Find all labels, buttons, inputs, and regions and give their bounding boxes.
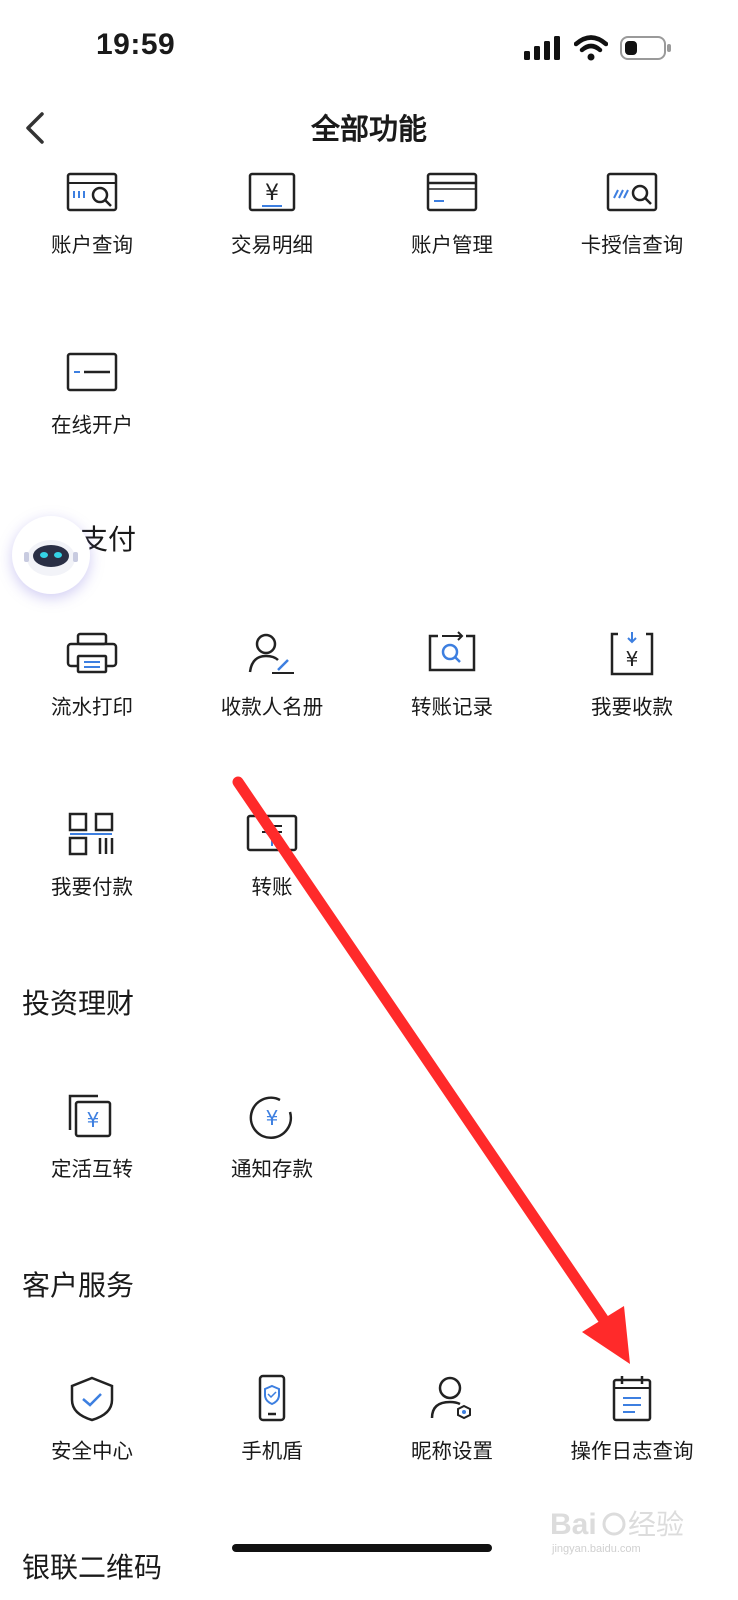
- tile-statement-print[interactable]: 流水打印: [0, 630, 184, 760]
- tile-deposit-transfer[interactable]: ¥ 定活互转: [0, 1092, 184, 1222]
- assistant-robot-button[interactable]: [12, 516, 90, 594]
- svg-text:¥: ¥: [626, 647, 639, 671]
- wifi-icon: [574, 35, 608, 61]
- tile-label: 定活互转: [51, 1157, 133, 1181]
- tile-label: 安全中心: [51, 1439, 133, 1463]
- tile-account-query[interactable]: 账户查询: [0, 168, 184, 298]
- phone-shield-icon: [258, 1374, 286, 1422]
- status-time: 19:59: [96, 28, 176, 61]
- tile-label: 通知存款: [231, 1157, 313, 1181]
- cellular-signal-icon: [524, 36, 560, 60]
- tile-label: 收款人名册: [220, 695, 324, 719]
- tile-payee-list[interactable]: 收款人名册: [180, 630, 364, 760]
- tile-label: 我要收款: [591, 695, 673, 719]
- section-title-unionpay: 银联二维码: [22, 1551, 163, 1584]
- tile-receive-money[interactable]: ¥ 我要收款: [540, 630, 724, 760]
- svg-text:¥: ¥: [87, 1108, 100, 1132]
- tile-label: 交易明细: [231, 233, 313, 257]
- tile-label: 操作日志查询: [570, 1439, 694, 1463]
- tile-nickname-settings[interactable]: 昵称设置: [360, 1374, 544, 1504]
- tile-label: 流水打印: [51, 695, 133, 719]
- tile-notice-deposit[interactable]: ¥ 通知存款: [180, 1092, 364, 1222]
- svg-text:¥: ¥: [265, 181, 279, 206]
- tile-label: 昵称设置: [411, 1439, 493, 1463]
- watermark-url: jingyan.baidu.com: [552, 1543, 641, 1555]
- svg-text:Bai: Bai: [550, 1508, 597, 1541]
- receive-money-icon: ¥: [610, 632, 654, 676]
- tile-label: 账户管理: [411, 233, 493, 257]
- online-account-icon: [66, 352, 118, 392]
- transfer-icon: [246, 814, 298, 852]
- tile-label: 卡授信查询: [580, 233, 684, 257]
- tile-label: 转账记录: [411, 695, 493, 719]
- home-indicator[interactable]: [232, 1544, 492, 1552]
- tile-transfer-record[interactable]: 转账记录: [360, 630, 544, 760]
- tile-transfer[interactable]: 转账: [180, 810, 364, 940]
- tile-online-account[interactable]: 在线开户: [0, 348, 184, 478]
- qr-pay-icon: [68, 812, 114, 856]
- printer-icon: [66, 632, 118, 674]
- deposit-transfer-icon: ¥: [68, 1094, 112, 1138]
- operation-log-icon: [612, 1376, 652, 1422]
- status-bar: 19:59: [0, 0, 738, 96]
- nav-bar: 全部功能: [0, 96, 738, 160]
- battery-icon: [620, 36, 671, 60]
- payee-list-icon: [248, 633, 294, 674]
- tile-label: 在线开户: [51, 413, 133, 437]
- svg-text:¥: ¥: [266, 1106, 279, 1130]
- tile-operation-log[interactable]: 操作日志查询: [540, 1374, 724, 1504]
- account-query-icon: [66, 172, 118, 212]
- account-manage-icon: [426, 172, 478, 212]
- page-title: 全部功能: [310, 112, 427, 146]
- card-credit-query-icon: [606, 172, 658, 212]
- tile-label: 手机盾: [241, 1439, 303, 1463]
- section-title-service: 客户服务: [22, 1269, 135, 1302]
- shield-icon: [70, 1376, 114, 1422]
- tile-label: 我要付款: [51, 875, 133, 899]
- tile-transaction-detail[interactable]: ¥ 交易明细: [180, 168, 364, 298]
- tile-card-credit-query[interactable]: 卡授信查询: [540, 168, 724, 298]
- notice-deposit-icon: ¥: [249, 1096, 293, 1140]
- tile-phone-shield[interactable]: 手机盾: [180, 1374, 364, 1504]
- svg-text:经验: 经验: [628, 1508, 684, 1541]
- tile-label: 转账: [251, 875, 293, 899]
- nickname-settings-icon: [430, 1376, 471, 1420]
- tile-label: 账户查询: [51, 233, 133, 257]
- robot-icon: [24, 540, 78, 576]
- transaction-detail-icon: ¥: [248, 172, 296, 212]
- tile-make-payment[interactable]: 我要付款: [0, 810, 184, 940]
- section-title-invest: 投资理财: [22, 987, 135, 1020]
- tile-account-manage[interactable]: 账户管理: [360, 168, 544, 298]
- tile-security-center[interactable]: 安全中心: [0, 1374, 184, 1504]
- transfer-record-icon: [428, 631, 476, 672]
